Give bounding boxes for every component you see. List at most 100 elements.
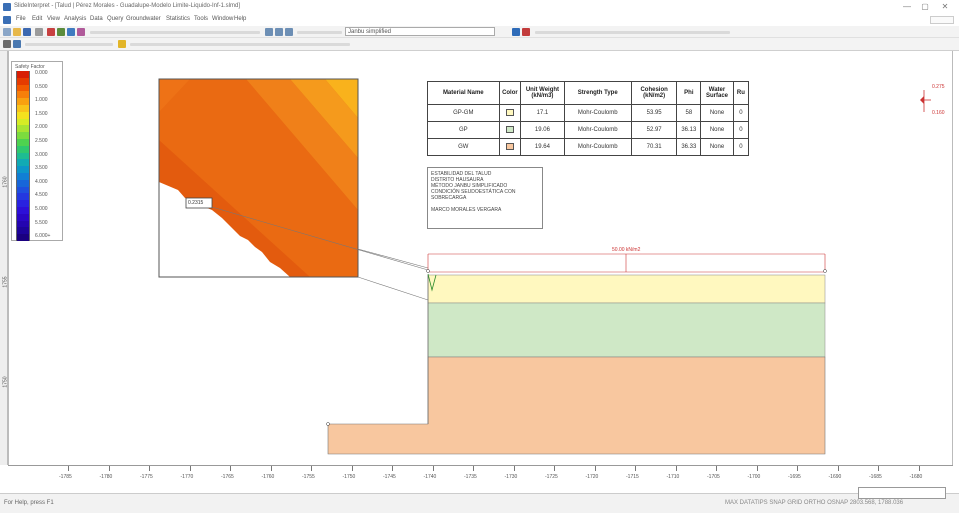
legend-value: 3.500 (35, 165, 48, 172)
ruler-tick-mark (68, 466, 69, 471)
legend-swatch (16, 200, 30, 207)
safety-factor-legend: Safety Factor 0.000 0.500 1.000 1.500 2.000 2… (11, 61, 63, 241)
legend-swatch (16, 173, 30, 180)
material-properties-table: Material Name Color Unit Weight (kN/m3) … (427, 81, 750, 156)
seismic-v-label: 0.160 (932, 110, 945, 116)
ruler-tick-label: -1695 (788, 474, 801, 480)
zoom-value-label: 0.2315 (188, 200, 204, 206)
ruler-tick-label: -1725 (545, 474, 558, 480)
cell: 58 (676, 104, 702, 122)
ruler-tick-label: -1715 (626, 474, 639, 480)
cell: 0 (732, 138, 750, 156)
ruler-tick-mark (351, 466, 353, 471)
ruler-tick-mark (756, 466, 758, 471)
ruler-tick-mark (797, 466, 798, 471)
layer-gp (427, 302, 826, 358)
ruler-tick-mark (635, 466, 636, 471)
vertex[interactable] (326, 422, 330, 426)
legend-swatch (16, 91, 30, 99)
model-drawing (158, 78, 931, 455)
ruler-tick-label: -1680 (909, 474, 923, 480)
status-coordinates: MAX DATATIPS SNAP GRID ORTHO OSNAP 2803.… (725, 500, 904, 506)
col-header: Phi (676, 81, 702, 105)
cell: 17.1 (520, 104, 565, 122)
ruler-tick-label: -1730 (504, 474, 518, 480)
legend-value: 2.500 (35, 138, 48, 144)
col-header: Water Surface (700, 81, 734, 105)
cell: 0 (732, 121, 750, 139)
cell: 52.97 (630, 121, 678, 139)
color-swatch (505, 142, 514, 150)
ruler-tick-label: -1760 (261, 474, 275, 480)
load-label: 50.00 kN/m2 (612, 247, 641, 253)
ruler-tick-label: -1700 (747, 474, 761, 480)
ruler-tick-label: -1780 (99, 474, 113, 480)
col-header: Ru (732, 81, 750, 105)
cell: 70.31 (630, 138, 678, 156)
legend-value: 1.500 (35, 110, 48, 117)
table-row: GP 19.06 Mohr-Coulomb 52.97 36.13 None 0 (427, 121, 750, 139)
vertex[interactable] (426, 269, 430, 273)
ruler-tick-mark (878, 466, 879, 471)
legend-swatch (16, 220, 30, 228)
status-input-box[interactable] (858, 487, 946, 499)
cell: 36.13 (676, 121, 702, 139)
legend-swatch (16, 166, 30, 173)
seismic-h-label: 0.275 (932, 84, 945, 90)
ruler-tick-mark (918, 466, 920, 471)
ruler-tick-mark (554, 466, 555, 471)
col-header: Strength Type (563, 81, 632, 105)
color-swatch-cell (498, 104, 522, 122)
legend-swatch (16, 193, 30, 201)
col-header: Cohesion (kN/m2) (630, 81, 678, 105)
cell: None (700, 121, 734, 139)
project-note[interactable]: ESTABILIDAD DEL TALUD DISTRITO HAUSAURA … (427, 167, 543, 229)
cell: 19.06 (520, 121, 565, 139)
cell: None (700, 104, 734, 122)
leader-line (357, 276, 429, 301)
vertex[interactable] (823, 269, 827, 273)
ruler-tick-label: -1710 (666, 474, 680, 480)
ruler-tick-mark (311, 466, 312, 471)
col-header: Unit Weight (kN/m3) (520, 81, 565, 105)
cell: Mohr-Coulomb (563, 104, 632, 122)
legend-swatch (16, 77, 30, 85)
ruler-tick-mark (108, 466, 110, 471)
ruler-tick-mark (392, 466, 393, 471)
legend-swatch (16, 145, 30, 153)
seismic-load-indicator (920, 90, 931, 112)
ruler-tick-label: -1750 (342, 474, 356, 480)
ruler-tick-label: -1745 (383, 474, 396, 480)
zoom-contour-view (158, 78, 429, 301)
table-header-row: Material Name Color Unit Weight (kN/m3) … (427, 81, 750, 105)
legend-swatch (16, 111, 30, 119)
color-swatch-cell (498, 121, 522, 139)
ruler-tick-label: -1720 (585, 474, 599, 480)
legend-value: 5.500 (35, 219, 48, 226)
legend-value: 1.000 (35, 97, 48, 104)
legend-value: 0.000 (35, 70, 48, 76)
ruler-tick-label: -1755 (302, 474, 315, 480)
status-bar: For Help, press F1 MAX DATATIPS SNAP GRI… (0, 493, 959, 513)
col-header: Material Name (427, 81, 500, 105)
cell: 36.33 (676, 138, 702, 156)
ruler-tick-mark (473, 466, 474, 471)
color-swatch (505, 125, 514, 133)
legend-swatch (16, 139, 30, 146)
legend-swatch (16, 159, 30, 167)
legend-swatch (16, 105, 30, 112)
legend-value: 5.000 (35, 206, 48, 212)
status-help-text: For Help, press F1 (4, 500, 54, 506)
ruler-tick-label: -1770 (180, 474, 194, 480)
legend-value: 6.000+ (35, 233, 51, 240)
ruler-tick-label: -1690 (828, 474, 842, 480)
legend-swatch (16, 234, 30, 241)
legend-swatch (16, 98, 30, 105)
ruler-tick-mark (837, 466, 839, 471)
legend-value: 2.000 (35, 124, 48, 131)
slope-model (326, 253, 827, 455)
color-swatch (505, 108, 514, 116)
ruler-tick-mark (270, 466, 272, 471)
legend-swatch (16, 84, 30, 92)
cell: Mohr-Coulomb (563, 121, 632, 139)
